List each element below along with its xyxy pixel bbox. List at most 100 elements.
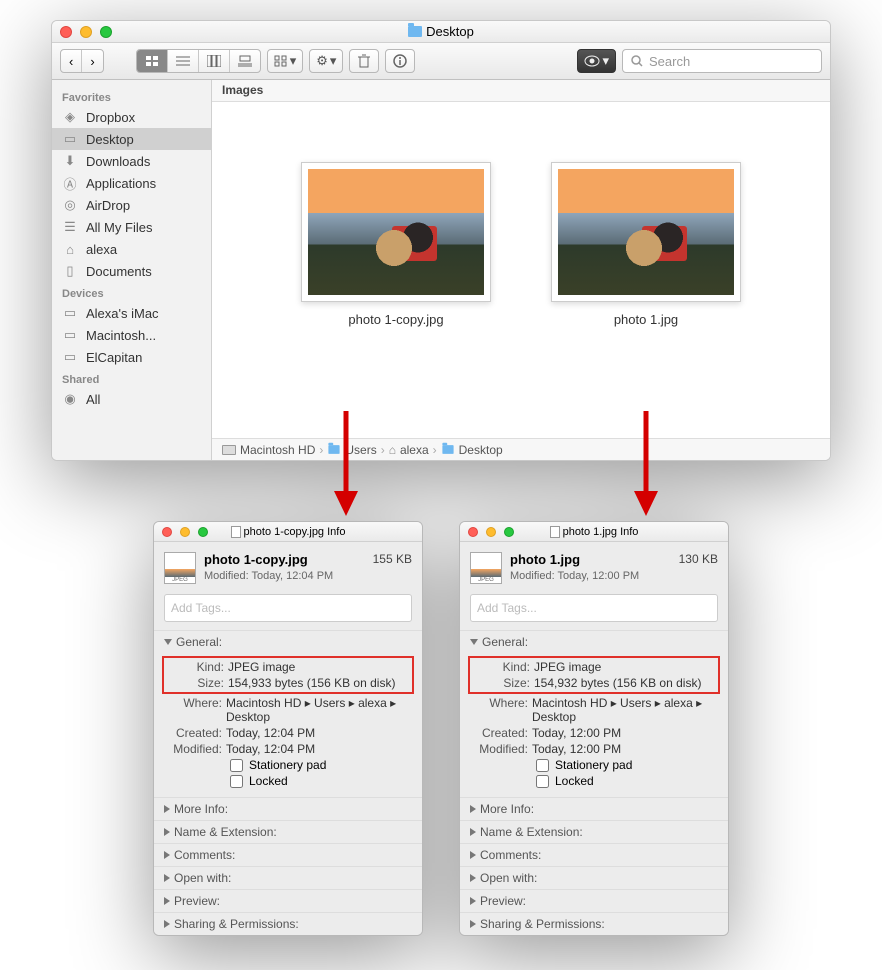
home-icon: ⌂ <box>62 241 78 257</box>
info-created: Today, 12:00 PM <box>532 726 718 740</box>
info-size: 154,932 bytes (156 KB on disk) <box>534 676 716 690</box>
disclosure-triangle-icon <box>470 828 476 836</box>
info-button[interactable] <box>385 49 415 73</box>
section-general[interactable]: General: <box>460 630 728 653</box>
section-preview[interactable]: Preview: <box>154 889 422 912</box>
network-icon: ◉ <box>62 391 78 407</box>
section-open-with[interactable]: Open with: <box>154 866 422 889</box>
file-item[interactable]: photo 1.jpg <box>551 162 741 327</box>
sidebar-item-documents[interactable]: ▯Documents <box>52 260 211 282</box>
disclosure-triangle-icon <box>470 897 476 905</box>
sidebar-item-airdrop[interactable]: ◎AirDrop <box>52 194 211 216</box>
search-field[interactable]: Search <box>622 49 822 73</box>
share-button[interactable]: ▾ <box>577 49 616 73</box>
info-modified: Modified: Today, 12:04 PM <box>204 570 333 582</box>
info-where: Macintosh HD ▸ Users ▸ alexa ▸ Desktop <box>226 696 412 724</box>
info-filename: photo 1-copy.jpg <box>204 552 308 567</box>
sidebar-group-devices: Devices <box>52 282 211 302</box>
locked-checkbox[interactable] <box>230 775 243 788</box>
info-size-short: 155 KB <box>373 552 412 566</box>
sidebar-item-elcapitan[interactable]: ▭ElCapitan <box>52 346 211 368</box>
section-more-info[interactable]: More Info: <box>460 797 728 820</box>
folder-icon <box>408 26 422 37</box>
folder-icon <box>442 445 453 454</box>
sidebar-item-applications[interactable]: ⒶApplications <box>52 172 211 194</box>
airdrop-icon: ◎ <box>62 197 78 213</box>
info-where: Macintosh HD ▸ Users ▸ alexa ▸ Desktop <box>532 696 718 724</box>
dropbox-icon: ◈ <box>62 109 78 125</box>
path-bar[interactable]: Macintosh HD› Users› ⌂ alexa› Desktop <box>212 438 830 460</box>
sidebar-item-alexa[interactable]: ⌂alexa <box>52 238 211 260</box>
info-size: 154,933 bytes (156 KB on disk) <box>228 676 410 690</box>
forward-button[interactable]: › <box>82 50 102 72</box>
disk-icon: ▭ <box>62 349 78 365</box>
section-comments[interactable]: Comments: <box>460 843 728 866</box>
thumbnail: JPEG <box>470 552 502 584</box>
arrange-button[interactable]: ▾ <box>267 49 304 73</box>
disclosure-triangle-icon <box>164 828 170 836</box>
section-more-info[interactable]: More Info: <box>154 797 422 820</box>
main-content: Images photo 1-copy.jpg photo 1.jpg Maci… <box>212 80 830 460</box>
home-icon: ⌂ <box>389 443 396 457</box>
search-icon <box>631 55 643 67</box>
section-preview[interactable]: Preview: <box>460 889 728 912</box>
titlebar: photo 1.jpg Info <box>460 522 728 542</box>
stationery-checkbox[interactable] <box>230 759 243 772</box>
eye-icon <box>584 55 600 67</box>
sidebar-item-all-my-files[interactable]: ☰All My Files <box>52 216 211 238</box>
action-button[interactable]: ⚙▾ <box>309 49 343 73</box>
section-open-with[interactable]: Open with: <box>460 866 728 889</box>
arrow-icon <box>631 411 661 521</box>
disclosure-triangle-icon <box>470 920 476 928</box>
section-name-extension[interactable]: Name & Extension: <box>154 820 422 843</box>
sidebar-item-imac[interactable]: ▭Alexa's iMac <box>52 302 211 324</box>
view-buttons[interactable] <box>136 49 261 73</box>
file-label: photo 1.jpg <box>614 312 678 327</box>
sidebar-item-desktop[interactable]: ▭Desktop <box>52 128 211 150</box>
section-comments[interactable]: Comments: <box>154 843 422 866</box>
section-name-extension[interactable]: Name & Extension: <box>460 820 728 843</box>
arrow-icon <box>331 411 361 521</box>
disk-icon: ▭ <box>62 327 78 343</box>
nav-buttons[interactable]: ‹ › <box>60 49 104 73</box>
coverflow-view-button[interactable] <box>230 50 260 72</box>
thumbnail <box>551 162 741 302</box>
disclosure-triangle-icon <box>164 874 170 882</box>
info-filename: photo 1.jpg <box>510 552 580 567</box>
tags-field[interactable]: Add Tags... <box>470 594 718 622</box>
locked-checkbox[interactable] <box>536 775 549 788</box>
file-item[interactable]: photo 1-copy.jpg <box>301 162 491 327</box>
section-sharing[interactable]: Sharing & Permissions: <box>460 912 728 935</box>
trash-button[interactable] <box>349 49 379 73</box>
sidebar: Favorites ◈Dropbox ▭Desktop ⬇Downloads Ⓐ… <box>52 80 212 460</box>
toolbar: ‹ › ▾ ⚙▾ ▾ Search <box>52 43 830 80</box>
applications-icon: Ⓐ <box>62 175 78 191</box>
section-general[interactable]: General: <box>154 630 422 653</box>
stationery-checkbox[interactable] <box>536 759 549 772</box>
disclosure-triangle-icon <box>470 874 476 882</box>
icon-view-button[interactable] <box>137 50 168 72</box>
info-size-short: 130 KB <box>679 552 718 566</box>
sidebar-item-downloads[interactable]: ⬇Downloads <box>52 150 211 172</box>
section-sharing[interactable]: Sharing & Permissions: <box>154 912 422 935</box>
disclosure-triangle-icon <box>470 805 476 813</box>
info-icon <box>393 54 407 68</box>
info-created: Today, 12:04 PM <box>226 726 412 740</box>
finder-window: Desktop ‹ › ▾ ⚙▾ ▾ Search Favorites ◈Dro… <box>51 20 831 461</box>
disclosure-triangle-icon <box>164 851 170 859</box>
highlight-box: Kind:JPEG image Size:154,933 bytes (156 … <box>162 656 414 694</box>
sidebar-item-dropbox[interactable]: ◈Dropbox <box>52 106 211 128</box>
info-modified: Modified: Today, 12:00 PM <box>510 570 639 582</box>
window-title: Desktop <box>426 24 474 39</box>
disclosure-triangle-icon <box>164 920 170 928</box>
column-view-button[interactable] <box>199 50 230 72</box>
back-button[interactable]: ‹ <box>61 50 82 72</box>
tags-field[interactable]: Add Tags... <box>164 594 412 622</box>
downloads-icon: ⬇ <box>62 153 78 169</box>
list-view-button[interactable] <box>168 50 199 72</box>
desktop-icon: ▭ <box>62 131 78 147</box>
disclosure-triangle-icon <box>470 851 476 859</box>
disclosure-triangle-icon <box>164 805 170 813</box>
sidebar-item-all[interactable]: ◉All <box>52 388 211 410</box>
sidebar-item-macintosh-hd[interactable]: ▭Macintosh... <box>52 324 211 346</box>
